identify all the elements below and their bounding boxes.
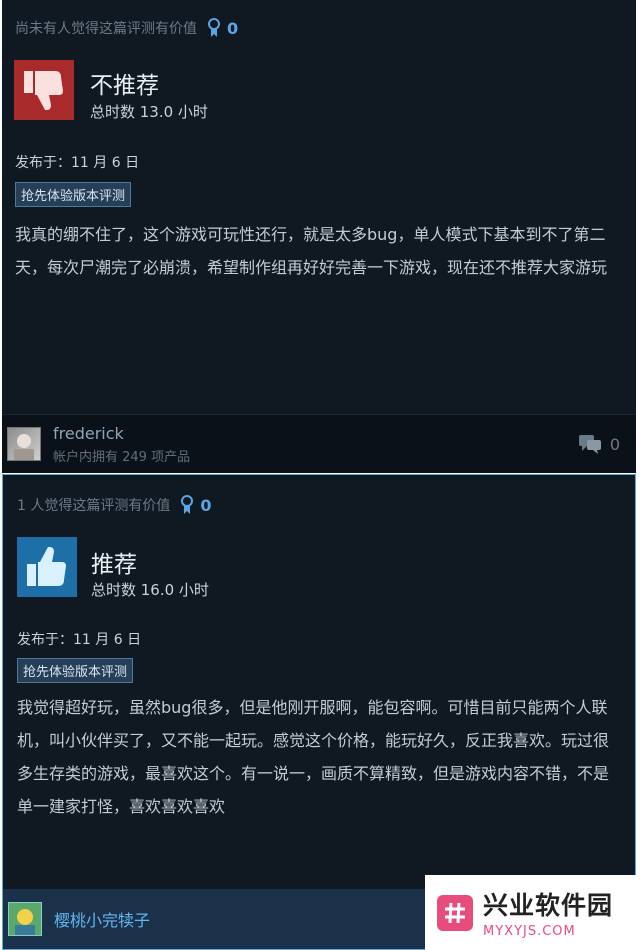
award-icon <box>208 18 220 37</box>
avatar[interactable] <box>8 902 42 936</box>
watermark-url: MYXYJS.COM <box>483 924 576 939</box>
review-verdict: 推荐 <box>91 552 137 578</box>
helpful-text: 1 人觉得这篇评测有价值 <box>17 498 171 514</box>
hash-logo-icon <box>437 894 473 931</box>
hours-played: 总时数 16.0 小时 <box>91 581 209 599</box>
comment-count: 0 <box>609 434 620 454</box>
early-access-tag: 抢先体验版本评测 <box>15 182 132 207</box>
site-watermark: 兴业软件园 MYXYJS.COM <box>425 875 640 950</box>
review-body: 我真的绷不住了，这个游戏可玩性还行，就是太多bug，单人模式下基本到不了第二天，… <box>15 225 608 277</box>
watermark-title: 兴业软件园 <box>483 891 614 920</box>
helpful-count: 尚未有人觉得这篇评测有价值 0 <box>15 18 238 38</box>
review-footer: frederick 帐户内拥有 249 项产品 0 <box>2 414 636 473</box>
review-verdict: 不推荐 <box>90 73 159 99</box>
helpful-text: 尚未有人觉得这篇评测有价值 <box>15 21 197 37</box>
review-body: 我觉得超好玩，虽然bug很多，但是他刚开服啊，能包容啊。可惜目前只能两个人联机，… <box>17 698 610 816</box>
user-name[interactable]: frederick <box>53 424 190 443</box>
hours-played: 总时数 13.0 小时 <box>90 103 208 121</box>
award-count: 0 <box>200 495 212 515</box>
thumbs-up-icon <box>17 537 77 597</box>
avatar[interactable] <box>7 427 41 461</box>
review-card: 尚未有人觉得这篇评测有价值 0 不推荐 总时数 13.0 小时 发布于：11 月… <box>2 0 636 473</box>
posted-date: 发布于：11 月 6 日 <box>17 632 142 648</box>
award-icon <box>181 495 194 514</box>
user-name[interactable]: 樱桃小完犊子 <box>54 907 150 931</box>
award-button[interactable]: 0 <box>180 495 212 515</box>
posted-date: 发布于：11 月 6 日 <box>15 155 140 171</box>
thumbs-down-icon <box>14 60 74 120</box>
award-button[interactable]: 0 <box>207 18 238 38</box>
user-games-owned: 帐户内拥有 249 项产品 <box>53 449 191 465</box>
early-access-tag: 抢先体验版本评测 <box>17 658 134 683</box>
helpful-count: 1 人觉得这篇评测有价值 0 <box>17 495 212 515</box>
comment-icon <box>578 435 601 454</box>
award-count: 0 <box>227 18 239 38</box>
comment-button[interactable]: 0 <box>578 434 620 454</box>
